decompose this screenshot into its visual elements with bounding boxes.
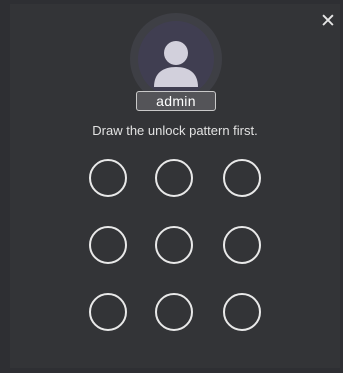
pattern-dot-1[interactable] — [89, 159, 127, 197]
pattern-dot-3[interactable] — [223, 159, 261, 197]
pattern-dot-5[interactable] — [155, 226, 193, 264]
pattern-dot-7[interactable] — [89, 293, 127, 331]
pattern-dot-4[interactable] — [89, 226, 127, 264]
unlock-pattern-grid[interactable] — [10, 4, 340, 368]
pattern-dot-2[interactable] — [155, 159, 193, 197]
pattern-dot-6[interactable] — [223, 226, 261, 264]
screen-background: ✕ admin Draw the unlock pattern first. — [0, 0, 343, 373]
pattern-dot-8[interactable] — [155, 293, 193, 331]
pattern-dot-9[interactable] — [223, 293, 261, 331]
unlock-dialog: ✕ admin Draw the unlock pattern first. — [10, 4, 340, 368]
